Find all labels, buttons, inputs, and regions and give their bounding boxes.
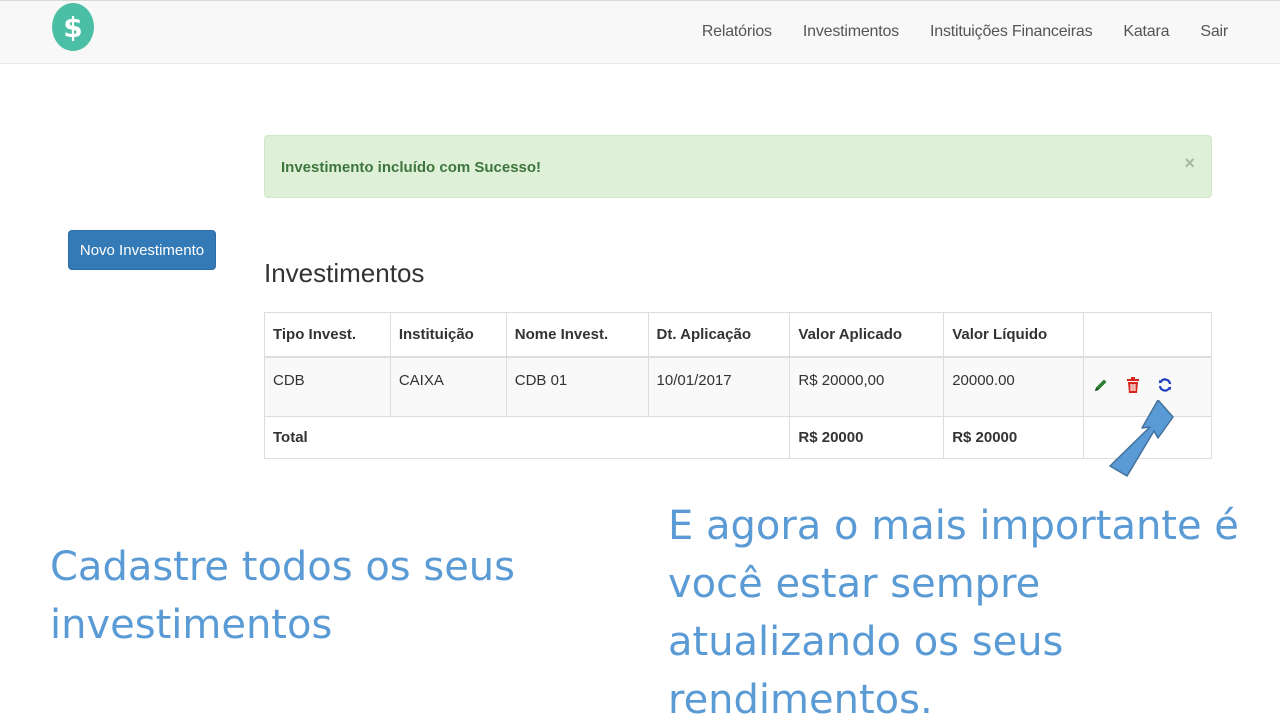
dollar-logo-icon[interactable]: $ [52,3,94,51]
total-valor-aplicado: R$ 20000 [789,416,945,459]
cell-data: 10/01/2017 [647,356,791,417]
total-label: Total [263,416,791,459]
cell-valor-liquido: 20000.00 [943,356,1085,417]
caption-right: E agora o mais importante é você estar s… [668,503,1239,720]
navbar: $ Relatórios Investimentos Instituições … [0,0,1280,64]
nav-links: Relatórios Investimentos Instituições Fi… [702,23,1228,41]
total-row: Total R$ 20000 R$ 20000 [263,416,1212,459]
nav-link-relatorios[interactable]: Relatórios [702,23,772,41]
table-row: CDB CAIXA CDB 01 10/01/2017 R$ 20000,00 … [264,356,1212,417]
new-investment-button[interactable]: Novo Investimento [68,230,216,270]
table-header-row: Tipo Invest. Instituição Nome Invest. Dt… [264,312,1212,358]
investments-table: Tipo Invest. Instituição Nome Invest. Dt… [263,312,1212,459]
header-actions [1083,312,1212,358]
header-valor-liquido: Valor Líquido [943,312,1085,358]
page: $ Relatórios Investimentos Instituições … [0,0,1280,720]
pencil-icon[interactable] [1092,376,1110,394]
pointer-arrow-icon [1109,400,1174,477]
total-valor-liquido: R$ 20000 [943,416,1085,459]
nav-link-sair[interactable]: Sair [1200,23,1228,41]
page-title: Investimentos [264,258,425,288]
cell-tipo: CDB [264,356,391,417]
success-alert: Investimento incluído com Sucesso! × [264,135,1212,198]
header-nome: Nome Invest. [505,312,649,358]
nav-link-user[interactable]: Katara [1123,23,1169,41]
header-instituicao: Instituição [389,312,507,358]
trash-icon[interactable] [1124,376,1142,394]
nav-link-instituicoes[interactable]: Instituições Financeiras [930,23,1093,41]
header-valor-aplicado: Valor Aplicado [789,312,945,358]
cell-nome: CDB 01 [505,356,649,417]
header-data: Dt. Aplicação [647,312,791,358]
refresh-icon[interactable] [1156,376,1174,394]
close-icon[interactable]: × [1184,153,1195,174]
alert-message: Investimento incluído com Sucesso! [281,159,542,176]
cell-instituicao: CAIXA [389,356,507,417]
header-tipo: Tipo Invest. [264,312,391,358]
cell-valor-aplicado: R$ 20000,00 [789,356,945,417]
row-actions [1092,372,1203,394]
nav-link-investimentos[interactable]: Investimentos [803,23,899,41]
caption-left: Cadastre todos os seus investimentos [50,544,515,648]
